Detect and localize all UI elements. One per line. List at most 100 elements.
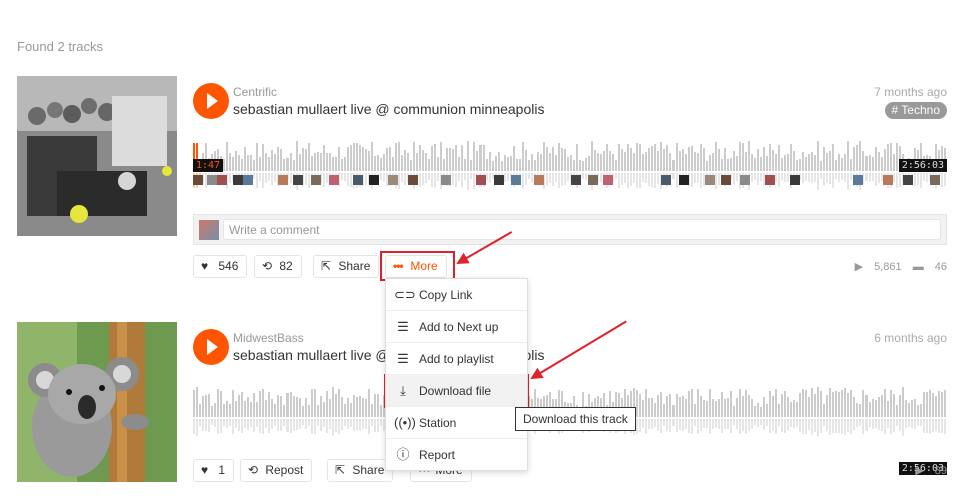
waveform-bar xyxy=(491,133,494,195)
waveform-bar xyxy=(352,133,355,195)
comment-avatar[interactable] xyxy=(494,175,504,185)
menu-item-station[interactable]: ((•)) Station xyxy=(386,407,527,439)
waveform-bar xyxy=(289,133,292,195)
comment-avatar[interactable] xyxy=(765,175,775,185)
waveform-bar xyxy=(645,133,648,195)
waveform-bar xyxy=(762,133,765,195)
comment-avatar[interactable] xyxy=(661,175,671,185)
waveform-bar xyxy=(787,133,790,195)
waveform-bar xyxy=(579,133,582,195)
waveform-bar xyxy=(373,133,376,195)
share-button[interactable]: ⇱ Share xyxy=(327,459,394,482)
waveform-bar xyxy=(886,379,889,441)
waveform-bar xyxy=(796,133,799,195)
waveform-bars xyxy=(193,133,947,195)
like-button[interactable]: ♥ 1 xyxy=(193,459,235,482)
waveform-bar xyxy=(678,133,681,195)
waveform-bar xyxy=(536,133,539,195)
waveform-bar xyxy=(880,379,883,441)
waveform-bar xyxy=(889,379,892,441)
waveform-bar xyxy=(337,379,340,441)
waveform-bar xyxy=(482,133,485,195)
comment-avatar[interactable] xyxy=(721,175,731,185)
waveform-bar xyxy=(835,133,838,195)
comment-avatar[interactable] xyxy=(193,175,203,185)
waveform-bar xyxy=(684,379,687,441)
comment-avatar[interactable] xyxy=(571,175,581,185)
menu-item-add-to-next-up[interactable]: ☰ Add to Next up xyxy=(386,311,527,343)
comment-avatar[interactable] xyxy=(278,175,288,185)
waveform-bar xyxy=(775,133,778,195)
waveform-bar xyxy=(364,379,367,441)
waveform-bar xyxy=(781,379,784,441)
comment-avatar[interactable] xyxy=(511,175,521,185)
like-button[interactable]: ♥ 546 xyxy=(193,255,248,278)
comment-avatar[interactable] xyxy=(293,175,303,185)
genre-tag[interactable]: # Techno xyxy=(884,102,947,119)
comment-avatar[interactable] xyxy=(329,175,339,185)
menu-item-label: Copy Link xyxy=(419,288,473,302)
repost-button[interactable]: ⟲ Repost xyxy=(240,459,313,482)
waveform-bar xyxy=(358,379,361,441)
waveform-bar xyxy=(931,379,934,441)
comment-avatar[interactable] xyxy=(588,175,598,185)
waveform-bar xyxy=(862,133,865,195)
waveform-bar xyxy=(735,379,738,441)
comment-avatar[interactable] xyxy=(408,175,418,185)
waveform-bar xyxy=(666,133,669,195)
share-button[interactable]: ⇱ Share xyxy=(313,255,380,278)
play-button[interactable] xyxy=(193,329,229,365)
waveform-bar xyxy=(838,133,841,195)
comment-avatar[interactable] xyxy=(441,175,451,185)
waveform-bar xyxy=(928,379,931,441)
comment-avatar[interactable] xyxy=(369,175,379,185)
track-uploader[interactable]: Centrific xyxy=(233,85,277,99)
comment-avatar[interactable] xyxy=(311,175,321,185)
comment-avatar[interactable] xyxy=(353,175,363,185)
menu-item-add-to-playlist[interactable]: ☰ Add to playlist xyxy=(386,343,527,375)
track-uploader[interactable]: MidwestBass xyxy=(233,331,304,345)
comment-avatar[interactable] xyxy=(853,175,863,185)
comment-input[interactable]: Write a comment xyxy=(223,219,941,240)
waveform-bar xyxy=(226,379,229,441)
share-label: Share xyxy=(338,259,371,273)
play-button[interactable] xyxy=(193,83,229,119)
comment-avatar[interactable] xyxy=(217,175,227,185)
track-artwork[interactable] xyxy=(17,76,177,236)
comment-avatar[interactable] xyxy=(790,175,800,185)
menu-item-copy-link[interactable]: ⊂⊃ Copy Link xyxy=(386,279,527,311)
waveform-bar xyxy=(289,379,292,441)
waveform-bar xyxy=(518,133,521,195)
waveform-bar xyxy=(687,133,690,195)
comment-avatar[interactable] xyxy=(388,175,398,185)
waveform-bar xyxy=(358,133,361,195)
menu-item-report[interactable]: ⓘ Report xyxy=(386,439,527,471)
track-artwork[interactable] xyxy=(17,322,177,482)
waveform-bar xyxy=(597,133,600,195)
comment-avatar[interactable] xyxy=(603,175,613,185)
waveform-bar xyxy=(220,379,223,441)
menu-item-download-file[interactable]: ⤓ Download file xyxy=(386,375,527,407)
comment-avatar[interactable] xyxy=(883,175,893,185)
waveform-bar xyxy=(428,133,431,195)
comment-avatar[interactable] xyxy=(534,175,544,185)
comment-avatar[interactable] xyxy=(740,175,750,185)
comment-avatar[interactable] xyxy=(476,175,486,185)
waveform-bar xyxy=(793,133,796,195)
waveform-bar xyxy=(304,379,307,441)
comment-avatar[interactable] xyxy=(233,175,243,185)
comment-avatar[interactable] xyxy=(243,175,253,185)
comment-avatar[interactable] xyxy=(679,175,689,185)
comment-avatar[interactable] xyxy=(705,175,715,185)
waveform-bar xyxy=(672,379,675,441)
waveform-bar xyxy=(720,133,723,195)
comment-avatar[interactable] xyxy=(930,175,940,185)
waveform-bar xyxy=(410,133,413,195)
repost-button[interactable]: ⟲ 82 xyxy=(254,255,302,278)
heart-icon: ♥ xyxy=(201,259,209,273)
waveform-bar xyxy=(346,379,349,441)
track-title[interactable]: sebastian mullaert live @ communion minn… xyxy=(233,101,544,117)
comment-avatar[interactable] xyxy=(903,175,913,185)
comment-avatar[interactable] xyxy=(207,175,217,185)
waveform[interactable]: 1:47 2:56:03 xyxy=(193,133,947,195)
